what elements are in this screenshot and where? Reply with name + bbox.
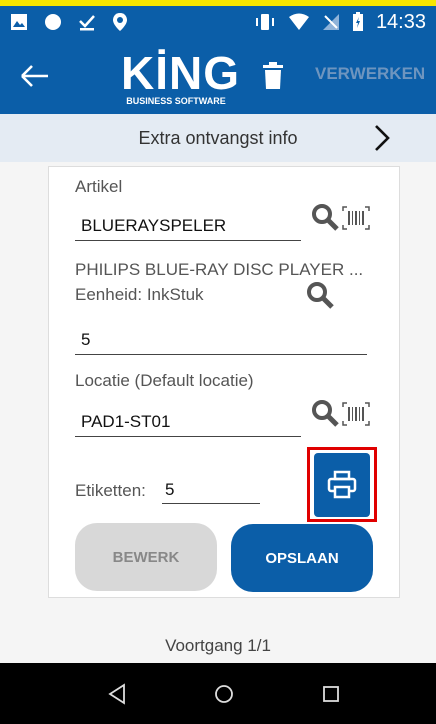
king-logo: KİNG BUSINESS SOFTWARE xyxy=(121,47,240,108)
labels-label: Etiketten: xyxy=(75,481,146,500)
location-label: Locatie (Default locatie) xyxy=(75,371,254,390)
battery-icon xyxy=(352,12,363,31)
status-right-icons: 14:33 xyxy=(254,11,426,34)
unit-search-icon[interactable] xyxy=(305,280,335,310)
no-signal-icon xyxy=(322,14,339,30)
image-icon xyxy=(11,14,27,30)
status-bar: 14:33 xyxy=(0,6,436,38)
progress-text: Voortgang 1/1 xyxy=(165,636,271,655)
location-value: PAD1-ST01 xyxy=(81,412,171,431)
process-button[interactable]: VERWERKEN xyxy=(315,64,425,84)
trash-icon[interactable] xyxy=(258,60,288,92)
back-arrow-icon[interactable] xyxy=(16,58,56,94)
app-bar: KİNG BUSINESS SOFTWARE VERWERKEN xyxy=(0,38,436,114)
logo-subtitle: BUSINESS SOFTWARE xyxy=(126,96,226,106)
search-icon[interactable] xyxy=(310,202,340,232)
status-left-icons xyxy=(10,12,128,32)
unit-label: Eenheid: InkStuk xyxy=(75,285,204,304)
download-check-icon xyxy=(79,15,95,31)
extra-info-bar[interactable]: Extra ontvangst info xyxy=(0,114,436,162)
quantity-input[interactable]: 5 xyxy=(75,330,367,355)
article-value: BLUERAYSPELER xyxy=(81,216,227,235)
nav-back-icon[interactable] xyxy=(107,683,127,705)
labels-input[interactable]: 5 xyxy=(162,479,260,504)
save-button[interactable]: OPSLAAN xyxy=(231,524,373,592)
article-label: Artikel xyxy=(75,177,123,196)
status-time: 14:33 xyxy=(375,10,426,33)
location-input[interactable]: PAD1-ST01 xyxy=(75,412,301,437)
article-description: PHILIPS BLUE-RAY DISC PLAYER ... xyxy=(75,260,364,279)
location-barcode-icon[interactable] xyxy=(342,402,370,426)
print-button[interactable] xyxy=(314,453,370,517)
location-icon xyxy=(113,13,127,31)
vibrate-icon xyxy=(255,14,274,30)
location-search-icon[interactable] xyxy=(310,398,340,428)
android-nav-bar xyxy=(0,663,436,724)
nav-home-icon[interactable] xyxy=(214,684,234,704)
edit-button[interactable]: BEWERK xyxy=(75,523,217,591)
nav-recents-icon[interactable] xyxy=(322,685,340,703)
wifi-icon xyxy=(288,13,309,30)
logo-word: KİNG xyxy=(121,47,240,99)
printer-icon xyxy=(327,470,357,499)
circle-icon xyxy=(45,14,61,30)
extra-info-label: Extra ontvangst info xyxy=(138,127,298,148)
quantity-value: 5 xyxy=(81,330,91,349)
chevron-right-icon[interactable] xyxy=(372,123,392,153)
labels-value: 5 xyxy=(165,480,175,499)
article-input[interactable]: BLUERAYSPELER xyxy=(75,216,301,241)
barcode-icon[interactable] xyxy=(342,206,370,230)
